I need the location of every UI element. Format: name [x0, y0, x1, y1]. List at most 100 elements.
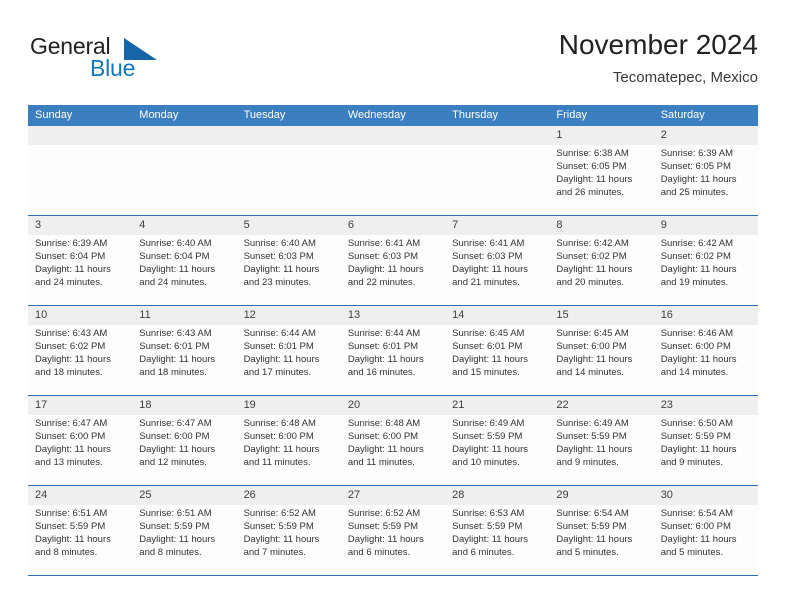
day-info-line: and 13 minutes. — [35, 457, 103, 468]
day-number[interactable]: 7 — [445, 216, 549, 235]
day-number[interactable]: 19 — [237, 396, 341, 415]
day-info-line: Sunset: 6:02 PM — [556, 251, 627, 262]
day-number[interactable]: 15 — [549, 306, 653, 325]
day-cell[interactable]: Sunrise: 6:54 AM Sunset: 5:59 PM Daylight:… — [549, 505, 653, 575]
day-cell[interactable]: Sunrise: 6:49 AM Sunset: 5:59 PM Daylight:… — [445, 415, 549, 485]
day-number[interactable]: 16 — [654, 306, 758, 325]
day-number[interactable]: 21 — [445, 396, 549, 415]
day-info-line: Daylight: 11 hours — [139, 354, 216, 365]
day-info-line: Sunset: 6:04 PM — [139, 251, 210, 262]
weekday-header-thursday: Thursday — [452, 109, 498, 121]
day-number[interactable]: 28 — [445, 486, 549, 505]
day-number[interactable]: 5 — [237, 216, 341, 235]
day-cell-empty — [445, 145, 549, 215]
day-number[interactable]: 18 — [132, 396, 236, 415]
day-cell[interactable]: Sunrise: 6:50 AM Sunset: 5:59 PM Daylight:… — [654, 415, 758, 485]
day-info-line: Sunrise: 6:48 AM — [243, 418, 316, 429]
day-number-empty — [132, 126, 236, 145]
day-cell[interactable]: Sunrise: 6:47 AM Sunset: 6:00 PM Daylight:… — [132, 415, 236, 485]
day-number[interactable]: 27 — [341, 486, 445, 505]
day-cell[interactable]: Sunrise: 6:38 AM Sunset: 6:05 PM Daylight:… — [549, 145, 653, 215]
day-cell[interactable]: Sunrise: 6:42 AM Sunset: 6:02 PM Daylight:… — [549, 235, 653, 305]
calendar-grid: Sunday Monday Tuesday Wednesday Thursday Frid… — [28, 105, 758, 576]
day-cell[interactable]: Sunrise: 6:47 AM Sunset: 6:00 PM Daylight:… — [28, 415, 132, 485]
day-info-line: Daylight: 11 hours — [660, 534, 737, 545]
day-info-line: Sunset: 5:59 PM — [660, 431, 731, 442]
day-info-line: and 25 minutes. — [660, 187, 729, 198]
day-info-line: Daylight: 11 hours — [35, 444, 111, 455]
day-info-line: Sunset: 6:03 PM — [243, 251, 314, 262]
day-cell[interactable]: Sunrise: 6:51 AM Sunset: 5:59 PM Daylight:… — [132, 505, 236, 575]
day-info-line: Sunrise: 6:54 AM — [556, 508, 629, 519]
day-info-line: Sunrise: 6:46 AM — [660, 328, 734, 339]
day-cell[interactable]: Sunrise: 6:48 AM Sunset: 6:00 PM Daylight:… — [341, 415, 445, 485]
day-info-line: Daylight: 11 hours — [660, 444, 737, 455]
day-cell[interactable]: Sunrise: 6:40 AM Sunset: 6:03 PM Daylight:… — [237, 235, 341, 305]
day-info-line: and 16 minutes. — [347, 367, 416, 378]
day-info-line: Sunrise: 6:47 AM — [35, 418, 108, 429]
day-cell[interactable]: Sunrise: 6:39 AM Sunset: 6:04 PM Daylight:… — [28, 235, 132, 305]
day-cell[interactable]: Sunrise: 6:39 AM Sunset: 6:05 PM Daylight:… — [654, 145, 758, 215]
day-cell[interactable]: Sunrise: 6:46 AM Sunset: 6:00 PM Daylight:… — [654, 325, 758, 395]
day-cell[interactable]: Sunrise: 6:51 AM Sunset: 5:59 PM Daylight:… — [28, 505, 132, 575]
day-number[interactable]: 11 — [132, 306, 236, 325]
brand-logo[interactable]: General Blue — [28, 30, 178, 88]
day-cell[interactable]: Sunrise: 6:42 AM Sunset: 6:02 PM Daylight:… — [654, 235, 758, 305]
day-number[interactable]: 25 — [132, 486, 236, 505]
day-number[interactable]: 4 — [132, 216, 236, 235]
day-number[interactable]: 12 — [237, 306, 341, 325]
day-info-line: Daylight: 11 hours — [556, 354, 633, 365]
day-info-line: and 19 minutes. — [660, 277, 729, 288]
day-info-line: Daylight: 11 hours — [243, 534, 320, 545]
day-number[interactable]: 26 — [237, 486, 341, 505]
day-cell[interactable]: Sunrise: 6:44 AM Sunset: 6:01 PM Daylight:… — [341, 325, 445, 395]
day-info-line: Sunset: 6:00 PM — [347, 431, 419, 442]
day-cell[interactable]: Sunrise: 6:43 AM Sunset: 6:01 PM Daylight:… — [132, 325, 236, 395]
day-number[interactable]: 30 — [654, 486, 758, 505]
day-cell[interactable]: Sunrise: 6:45 AM Sunset: 6:00 PM Daylight:… — [549, 325, 653, 395]
day-info-line: and 14 minutes. — [660, 367, 729, 378]
day-cell[interactable]: Sunrise: 6:52 AM Sunset: 5:59 PM Daylight:… — [237, 505, 341, 575]
day-number[interactable]: 8 — [549, 216, 653, 235]
day-number[interactable]: 2 — [654, 126, 758, 145]
day-info-line: Daylight: 11 hours — [35, 264, 111, 275]
day-cell[interactable]: Sunrise: 6:40 AM Sunset: 6:04 PM Daylight:… — [132, 235, 236, 305]
day-number[interactable]: 24 — [28, 486, 132, 505]
day-number[interactable]: 1 — [549, 126, 653, 145]
day-number[interactable]: 20 — [341, 396, 445, 415]
day-cell[interactable]: Sunrise: 6:54 AM Sunset: 6:00 PM Daylight:… — [654, 505, 758, 575]
day-number[interactable]: 3 — [28, 216, 132, 235]
day-info-line: Sunset: 6:03 PM — [347, 251, 419, 262]
day-info-line: and 10 minutes. — [452, 457, 520, 468]
day-number[interactable]: 6 — [341, 216, 445, 235]
day-info-line: and 11 minutes. — [243, 457, 311, 468]
weekday-header-friday: Friday — [556, 109, 587, 121]
day-number[interactable]: 17 — [28, 396, 132, 415]
day-cell-empty — [28, 145, 132, 215]
day-cell[interactable]: Sunrise: 6:53 AM Sunset: 5:59 PM Daylight:… — [445, 505, 549, 575]
day-number[interactable]: 22 — [549, 396, 653, 415]
page-title: November 2024 — [558, 29, 758, 60]
day-number[interactable]: 29 — [549, 486, 653, 505]
day-info-line: and 8 minutes. — [139, 547, 202, 558]
day-number[interactable]: 9 — [654, 216, 758, 235]
calendar-week-row: 17 18 19 20 21 22 23 Sunrise: 6:47 AM Sunset: 6:… — [28, 396, 758, 486]
day-cell[interactable]: Sunrise: 6:52 AM Sunset: 5:59 PM Daylight:… — [341, 505, 445, 575]
day-number[interactable]: 14 — [445, 306, 549, 325]
day-number[interactable]: 13 — [341, 306, 445, 325]
day-number-empty — [237, 126, 341, 145]
day-cell[interactable]: Sunrise: 6:49 AM Sunset: 5:59 PM Daylight:… — [549, 415, 653, 485]
day-number[interactable]: 23 — [654, 396, 758, 415]
day-cell[interactable]: Sunrise: 6:41 AM Sunset: 6:03 PM Daylight:… — [341, 235, 445, 305]
day-info-line: Sunset: 5:59 PM — [243, 521, 314, 532]
day-number[interactable]: 10 — [28, 306, 132, 325]
day-info-band: Sunrise: 6:38 AM Sunset: 6:05 PM Daylight:… — [28, 145, 758, 215]
day-cell[interactable]: Sunrise: 6:48 AM Sunset: 6:00 PM Daylight:… — [237, 415, 341, 485]
day-number-band: 17 18 19 20 21 22 23 — [28, 396, 758, 415]
day-cell[interactable]: Sunrise: 6:41 AM Sunset: 6:03 PM Daylight:… — [445, 235, 549, 305]
day-info-line: Sunset: 6:05 PM — [660, 161, 731, 172]
day-info-line: Sunrise: 6:49 AM — [452, 418, 525, 429]
day-cell[interactable]: Sunrise: 6:43 AM Sunset: 6:02 PM Daylight:… — [28, 325, 132, 395]
day-cell[interactable]: Sunrise: 6:45 AM Sunset: 6:01 PM Daylight:… — [445, 325, 549, 395]
day-cell[interactable]: Sunrise: 6:44 AM Sunset: 6:01 PM Daylight:… — [237, 325, 341, 395]
